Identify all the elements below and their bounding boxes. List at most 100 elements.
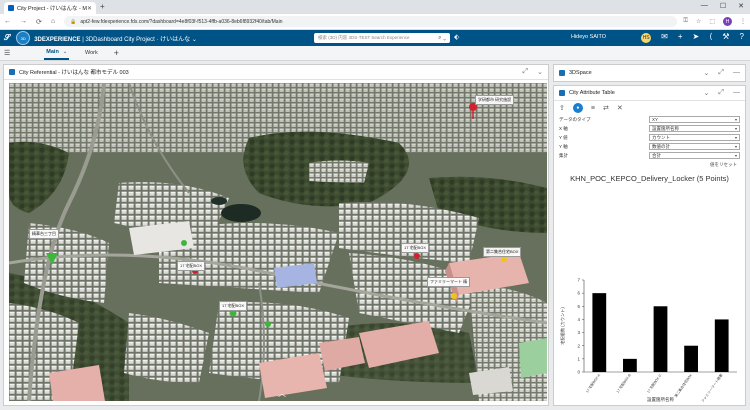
chart-bar [592, 293, 607, 372]
chevron-down-icon[interactable]: ⌄ [63, 49, 67, 55]
collapse-icon[interactable]: — [733, 69, 740, 77]
search-input[interactable]: 検索 (3D) 内容 3DS-TEST Search Experience ⌕ … [314, 33, 450, 43]
attribute-select[interactable]: 数値の計 ▾ [649, 143, 740, 150]
dashboard-menu-icon[interactable]: ☰ [4, 49, 10, 57]
widget-header: 3DSpace ⌄ ⤢ — [554, 65, 745, 81]
attribute-value: 数値の計 [652, 143, 670, 149]
expand-icon[interactable]: ⤢ [523, 68, 529, 76]
collapse-icon[interactable]: — [733, 89, 740, 97]
network-icon[interactable]: ⟨ [709, 32, 712, 43]
attribute-select[interactable]: 合計 ▾ [649, 152, 740, 159]
home-icon[interactable]: ⌂ [51, 18, 55, 25]
close-tab-icon[interactable]: ✕ [87, 5, 92, 12]
attribute-label: Y 値 [559, 134, 568, 140]
attribute-select[interactable]: カウント ▾ [649, 134, 740, 141]
chevron-down-icon[interactable]: ⌄ [537, 68, 543, 76]
attribute-select[interactable]: 設置箇所名称 ▾ [649, 125, 740, 132]
star-icon[interactable]: ☆ [696, 18, 701, 25]
widget-controls: ⤢ ⌄ [523, 68, 543, 76]
x-tick-label: ファミリーマート精華 [700, 372, 724, 403]
add-tab-button[interactable]: + [114, 48, 119, 58]
attribute-row: Y 軸 数値の計 ▾ [554, 142, 745, 151]
city-3d-view[interactable]: 学研都市 研究施設 精華台三丁目 17 宅配BOX 17 宅配BOX ファミリー… [9, 83, 547, 401]
tag-icon[interactable]: ⬖ [454, 33, 459, 41]
pin-label[interactable]: 17 宅配BOX [401, 243, 430, 253]
pin-label[interactable]: ファミリーマート 精 [427, 277, 471, 287]
pin-label[interactable]: 学研都市 研究施設 [475, 95, 515, 105]
chart-view-icon[interactable]: ● [572, 103, 583, 113]
attribute-label: X 軸 [559, 125, 568, 131]
widget-header: City Attribute Table ⌄ ⤢ — [554, 86, 745, 101]
add-icon[interactable]: + [678, 32, 683, 43]
top-bar-icons: HS ✉ + ➤ ⟨ ⚒ ? [641, 32, 744, 43]
back-icon[interactable]: ← [4, 18, 11, 25]
forward-icon[interactable]: → [20, 18, 27, 25]
maximize-icon[interactable]: ☐ [720, 2, 726, 10]
widget-title: City Referential - けいはんな 都市モデル 003 [19, 70, 129, 76]
y-tick-label: 4 [577, 317, 580, 322]
list-view-icon[interactable]: ≡ [591, 105, 595, 112]
dashboard-content: City Referential - けいはんな 都市モデル 003 ⤢ ⌄ 学… [0, 61, 750, 410]
chart-title: KHN_POC_KEPCO_Delivery_Locker (5 Points) [570, 174, 729, 183]
tab-work[interactable]: Work [83, 47, 100, 59]
reload-icon[interactable]: ⟳ [36, 18, 42, 26]
widget-title: 3DSpace [569, 70, 592, 76]
browser-tab[interactable]: City Project - けいはんな - Main ✕ [4, 2, 96, 14]
user-name[interactable]: Hideyo SAITO [571, 34, 606, 40]
bar-chart: 0 1 2 3 4 5 6 7 17 宅配BOX-A 17 宅配BOX-B 17 宅配BOX-C 第二… [559, 278, 737, 403]
pin-label[interactable]: 精華台三丁目 [29, 229, 59, 239]
dashboard-tab-bar: ☰ Main ⌄ Work + [0, 46, 750, 61]
extension-icon[interactable]: ⬚ [709, 18, 715, 25]
attribute-row: Y 値 カウント ▾ [554, 133, 745, 142]
chart-bar [714, 319, 729, 372]
tab-main[interactable]: Main ⌄ [44, 46, 70, 60]
compass-icon[interactable]: 3D [16, 31, 31, 45]
expand-icon[interactable]: ⤢ [718, 89, 724, 97]
3dspace-widget: 3DSpace ⌄ ⤢ — [553, 64, 746, 82]
key-icon[interactable]: ⚿ [683, 18, 688, 25]
search-icon[interactable]: ⌕ ⌄ [438, 35, 446, 42]
browser-tab-title: City Project - けいはんな - Main [17, 6, 87, 12]
close-window-icon[interactable]: ✕ [738, 2, 744, 10]
pin-label[interactable]: 17 宅配BOX [177, 261, 206, 271]
attribute-row: X 軸 設置箇所名称 ▾ [554, 124, 745, 133]
reset-values-link[interactable]: 値をリセット [554, 162, 745, 168]
notification-icon[interactable]: ✉ [661, 32, 668, 43]
help-icon[interactable]: ? [740, 32, 744, 43]
pin-label[interactable]: 17 宅配BOX [219, 301, 248, 311]
pin-label[interactable]: 第二集合住宅BOX [483, 247, 522, 257]
url-field[interactable]: 🔒 apt2-few.fdexperience.fds.com/?dashboa… [64, 16, 678, 27]
minimize-icon[interactable]: — [701, 2, 708, 10]
chevron-up-icon[interactable]: ︿ [278, 388, 286, 399]
url-text: apt2-few.fdexperience.fds.com/?dashboard… [80, 18, 283, 25]
y-tick-label: 2 [577, 343, 580, 348]
profile-icon[interactable]: H [723, 17, 732, 26]
chevron-down-icon[interactable]: ⌄ [704, 69, 710, 77]
apps-icon[interactable]: ⚒ [722, 32, 729, 43]
attribute-label: Y 軸 [559, 143, 568, 149]
avatar[interactable]: HS [641, 33, 652, 43]
close-icon[interactable]: ✕ [617, 104, 623, 112]
browser-menu-icon[interactable]: ⋮ [740, 18, 746, 25]
new-tab-button[interactable]: + [100, 2, 105, 11]
export-icon[interactable]: ⇪ [559, 104, 565, 112]
x-tick-label: 17 宅配BOX-A [584, 372, 601, 394]
expand-icon[interactable]: ⤢ [718, 69, 724, 77]
chart-bar [623, 358, 637, 372]
dropdown-icon: ▾ [734, 117, 737, 122]
refresh-icon[interactable]: ⇄ [603, 104, 609, 112]
attribute-select[interactable]: XY ▾ [649, 116, 740, 123]
widget-header: City Referential - けいはんな 都市モデル 003 ⤢ ⌄ [4, 65, 548, 80]
y-tick-label: 1 [577, 356, 580, 361]
browser-tab-bar: City Project - けいはんな - Main ✕ + — ☐ ✕ [0, 0, 750, 14]
widget-controls: ⌄ ⤢ — [704, 69, 740, 77]
attribute-value: XY [652, 117, 659, 122]
widget-title: City Attribute Table [569, 90, 615, 96]
y-tick-label: 3 [577, 330, 580, 335]
attribute-label: 集計 [559, 152, 568, 158]
dashboard-name: | 3DDashboard City Project · けいはんな [80, 36, 191, 43]
chevron-down-icon[interactable]: ⌄ [704, 89, 710, 97]
attribute-row: データのタイプ XY ▾ [554, 115, 745, 124]
share-icon[interactable]: ➤ [693, 32, 700, 43]
city-scene[interactable] [9, 83, 547, 401]
